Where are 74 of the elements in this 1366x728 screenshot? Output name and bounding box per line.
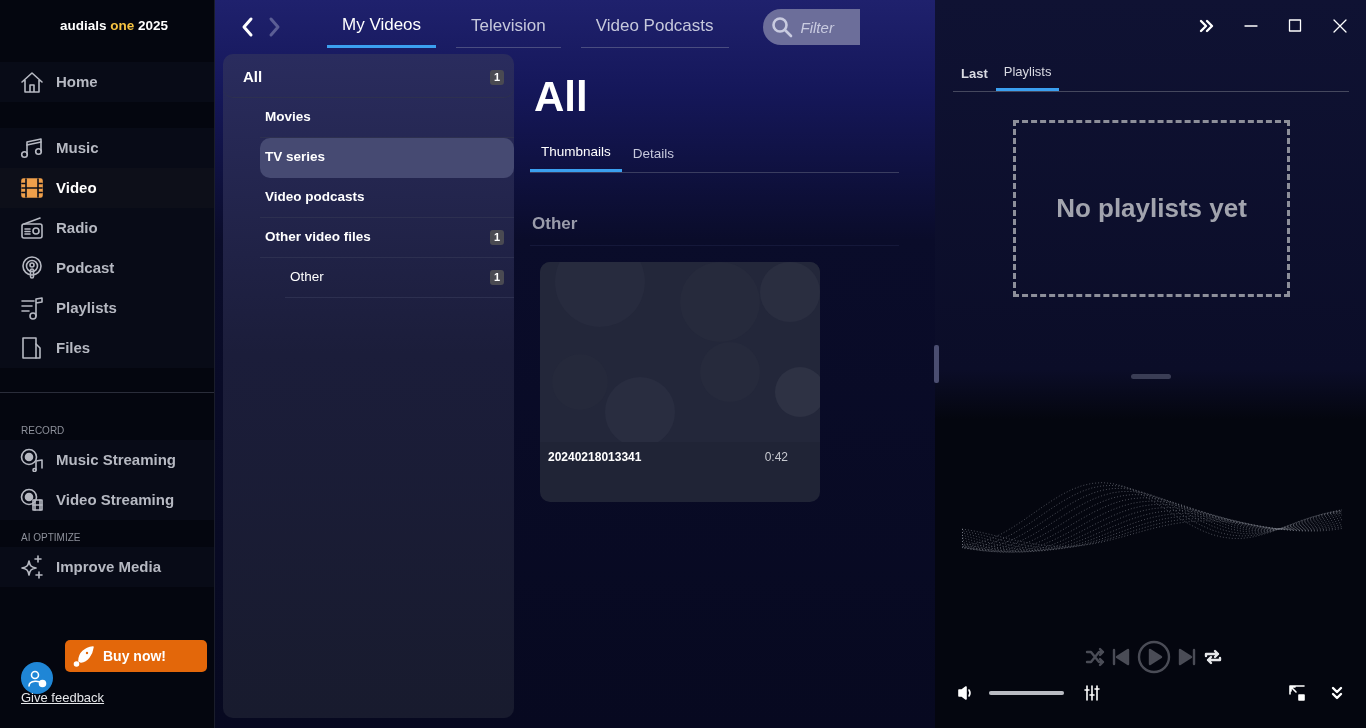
video-card[interactable]: 20240218013341 0:42 (540, 261, 820, 502)
window-button[interactable] (1244, 24, 1258, 28)
account-settings-avatar[interactable] (21, 662, 53, 694)
nav-item[interactable]: Radio (0, 208, 214, 248)
nav-item[interactable]: Playlists (0, 288, 214, 328)
count-badge: 1 (489, 270, 504, 285)
tree-item[interactable]: All 1 (223, 58, 514, 98)
repeat-icon (1202, 647, 1223, 667)
equalizer-icon (1084, 684, 1100, 702)
section-heading: Other (530, 211, 899, 246)
view-tab[interactable]: Details (621, 136, 686, 173)
window-button[interactable] (1199, 18, 1214, 34)
side-tab[interactable]: Last (953, 58, 996, 91)
page-title: All (534, 76, 589, 118)
film-icon (20, 176, 44, 200)
drag-handle[interactable] (1130, 373, 1171, 379)
window-button[interactable] (1288, 18, 1302, 34)
nav-item[interactable]: Files (0, 328, 214, 368)
home-icon (20, 70, 44, 94)
nav-item[interactable]: Video (0, 168, 214, 208)
player-button[interactable] (1202, 647, 1223, 667)
sparkle-icon (20, 555, 44, 579)
top-tab[interactable]: My Videos (327, 5, 437, 49)
count-badge: 1 (489, 70, 504, 85)
next-icon (1176, 647, 1197, 667)
volume-slider[interactable] (989, 691, 1064, 695)
side-tab[interactable]: Playlists (995, 58, 1060, 91)
video-duration: 0:42 (764, 448, 788, 466)
close-icon (1332, 18, 1348, 34)
rocket-icon (73, 645, 95, 667)
collapse-button[interactable] (1330, 685, 1344, 701)
maximize-icon (1288, 18, 1302, 34)
nav-item[interactable]: Improve Media (0, 547, 214, 587)
window-button[interactable] (1332, 18, 1348, 34)
tree-item[interactable]: Other 1 (285, 258, 514, 298)
playlist-icon (20, 296, 44, 320)
minimize-icon (1244, 25, 1258, 28)
speaker-icon (957, 684, 973, 702)
file-icon (20, 336, 44, 360)
count-badge: 1 (489, 230, 504, 245)
mini-player-button[interactable] (1288, 684, 1306, 702)
section-heading: RECORD (20, 424, 66, 438)
give-feedback-link[interactable]: Give feedback (21, 688, 105, 708)
nav-item[interactable]: Music Streaming (0, 440, 214, 480)
nav-item[interactable]: Home (0, 62, 214, 102)
video-title: 20240218013341 (548, 448, 642, 466)
music-note-icon (20, 136, 44, 160)
empty-playlists-message: No playlists yet (1013, 119, 1290, 297)
view-tab[interactable]: Thumbnails (530, 136, 622, 173)
expand-icon (1199, 18, 1214, 34)
previous-icon (1110, 647, 1131, 667)
user-gear-icon (27, 668, 47, 688)
shuffle-icon (1084, 647, 1105, 667)
radio-icon (20, 216, 44, 240)
play-icon (1136, 640, 1171, 674)
equalizer-button[interactable] (1084, 684, 1100, 702)
tree-item[interactable]: Other video files 1 (260, 218, 514, 258)
tree-item[interactable]: TV series (260, 138, 514, 178)
filter-field[interactable]: Filter (762, 9, 860, 45)
section-heading: AI OPTIMIZE (20, 531, 82, 545)
mini-player-icon (1288, 684, 1306, 702)
nav-item[interactable]: Podcast (0, 248, 214, 288)
nav-item[interactable]: Video Streaming (0, 480, 214, 520)
volume-button[interactable] (957, 684, 973, 702)
app-logo: audials one 2025 (59, 16, 169, 35)
podcast-icon (20, 256, 44, 280)
nav-item[interactable]: Music (0, 128, 214, 168)
search-icon (770, 16, 793, 38)
tree-item[interactable]: Video podcasts (260, 178, 514, 218)
top-tab[interactable]: Television (456, 5, 561, 49)
record-video-icon (20, 488, 44, 512)
record-music-icon (20, 448, 44, 472)
top-tab[interactable]: Video Podcasts (580, 5, 729, 49)
double-chevron-down-icon (1330, 685, 1344, 701)
